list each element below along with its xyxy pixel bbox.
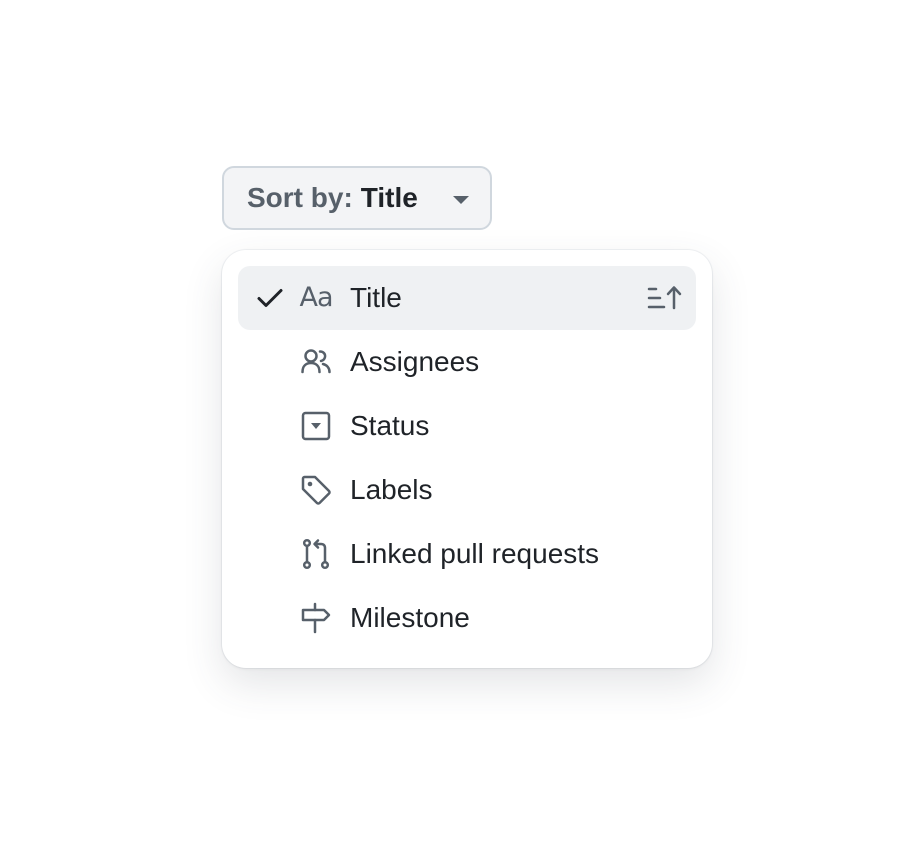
git-pull-request-icon — [300, 538, 332, 570]
triangle-down-icon — [453, 196, 469, 204]
milestone-icon — [300, 602, 332, 634]
sort-by-button[interactable]: Sort by: Title — [222, 166, 492, 230]
menu-item-milestone[interactable]: Milestone — [238, 586, 696, 650]
people-icon — [300, 346, 332, 378]
sort-by-prefix: Sort by: — [247, 182, 353, 213]
menu-item-status[interactable]: Status — [238, 394, 696, 458]
menu-item-assignees[interactable]: Assignees — [238, 330, 696, 394]
menu-item-title[interactable]: Aa Title — [238, 266, 696, 330]
menu-item-label: Title — [350, 282, 402, 313]
menu-item-label: Linked pull requests — [350, 538, 600, 569]
sort-by-value: Title — [360, 182, 418, 213]
sort-menu: Aa Title Assignees Status Labels Linked … — [222, 250, 712, 668]
typography-icon: Aa — [299, 282, 334, 314]
menu-item-linked-pull-requests[interactable]: Linked pull requests — [238, 522, 696, 586]
menu-item-label: Status — [350, 410, 430, 441]
menu-item-label: Assignees — [350, 346, 480, 377]
tag-icon — [300, 474, 332, 506]
sort-menu-list: Aa Title Assignees Status Labels Linked … — [238, 266, 696, 650]
menu-item-label: Labels — [350, 474, 433, 505]
sort-asc-icon[interactable] — [646, 284, 682, 312]
single-select-icon — [300, 410, 332, 442]
menu-item-label: Milestone — [350, 602, 470, 633]
menu-item-labels[interactable]: Labels — [238, 458, 696, 522]
typography-glyph: Aa — [299, 282, 334, 313]
check-icon — [256, 286, 284, 310]
